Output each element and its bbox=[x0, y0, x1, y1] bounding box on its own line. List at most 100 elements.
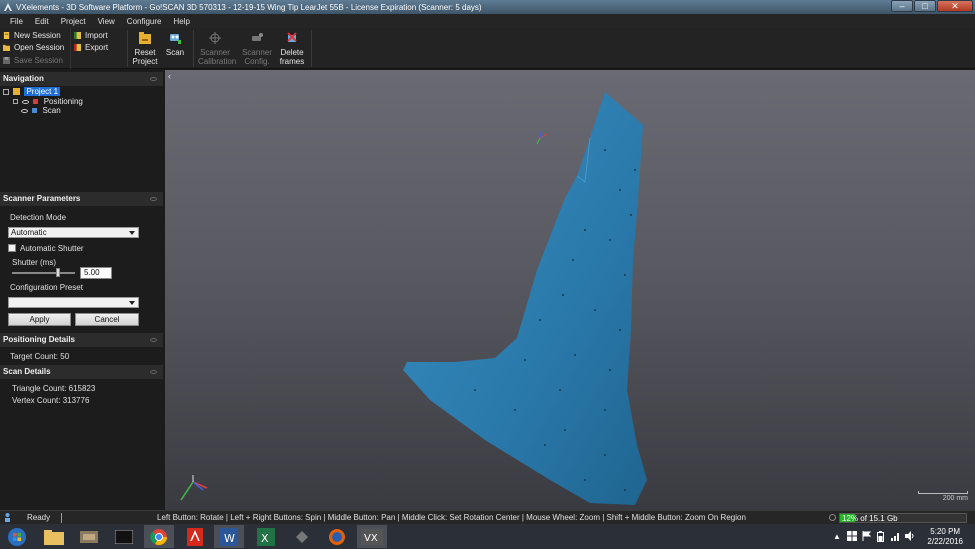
scale-bar: 200 mm bbox=[918, 488, 968, 502]
network-icon[interactable] bbox=[891, 531, 901, 541]
eye-icon[interactable] bbox=[21, 108, 28, 113]
export-label: Export bbox=[85, 42, 109, 52]
scan-details-header[interactable]: Scan Details bbox=[0, 365, 163, 379]
tray-expand-icon[interactable]: ▲ bbox=[833, 532, 841, 541]
scanner-config-button[interactable]: Scanner Config. bbox=[241, 28, 273, 69]
windows-taskbar: W X VX ▲ 5:20 PM 2/22/2016 bbox=[0, 524, 975, 549]
import-button[interactable]: Import bbox=[74, 29, 108, 41]
windows-icon[interactable] bbox=[847, 531, 857, 541]
open-session-button[interactable]: Open Session bbox=[3, 41, 64, 53]
maximize-button[interactable]: □ bbox=[914, 0, 936, 12]
close-button[interactable]: ✕ bbox=[937, 0, 973, 12]
automatic-shutter-checkbox[interactable] bbox=[8, 244, 16, 252]
configuration-preset-select[interactable] bbox=[8, 297, 139, 308]
firefox-icon[interactable] bbox=[322, 525, 352, 548]
svg-text:VX: VX bbox=[364, 533, 378, 544]
collapse-icon[interactable] bbox=[150, 370, 157, 374]
scanner-icon bbox=[170, 34, 181, 44]
save-session-label: Save Session bbox=[14, 55, 63, 65]
shutter-value-input[interactable]: 5.00 bbox=[80, 267, 112, 279]
new-session-label: New Session bbox=[14, 30, 61, 40]
taskbar-clock[interactable]: 5:20 PM 2/22/2016 bbox=[927, 527, 963, 547]
app-icon-2[interactable] bbox=[109, 525, 139, 548]
chrome-icon[interactable] bbox=[144, 525, 174, 548]
tree-scan[interactable]: Scan bbox=[21, 106, 61, 116]
menu-edit[interactable]: Edit bbox=[29, 17, 55, 26]
menu-configure[interactable]: Configure bbox=[121, 17, 168, 26]
app-icon-1[interactable] bbox=[74, 525, 104, 548]
tree-project[interactable]: Project 1 bbox=[3, 87, 61, 97]
volume-icon[interactable] bbox=[905, 531, 915, 541]
vxelements-taskbar-icon[interactable]: VX bbox=[357, 525, 387, 548]
clock-date: 2/22/2016 bbox=[927, 537, 963, 546]
word-icon[interactable]: W bbox=[214, 525, 244, 548]
system-tray: ▲ 5:20 PM 2/22/2016 bbox=[823, 524, 973, 549]
menu-help[interactable]: Help bbox=[167, 17, 195, 26]
file-explorer-icon[interactable] bbox=[39, 525, 69, 548]
scanner-calibration-button[interactable]: Scanner Calibration bbox=[198, 28, 237, 69]
delete-frames-label: Delete frames bbox=[279, 48, 305, 66]
collapse-icon[interactable] bbox=[150, 338, 157, 342]
menu-file[interactable]: File bbox=[4, 17, 29, 26]
detection-mode-select[interactable]: Automatic bbox=[8, 227, 139, 238]
minimize-button[interactable]: – bbox=[891, 0, 913, 12]
navigation-header[interactable]: Navigation bbox=[0, 72, 163, 86]
import-label: Import bbox=[85, 30, 108, 40]
scale-bar-label: 200 mm bbox=[942, 495, 968, 502]
svg-text:X: X bbox=[261, 532, 269, 545]
cancel-button[interactable]: Cancel bbox=[75, 313, 139, 326]
new-session-button[interactable]: New Session bbox=[3, 29, 61, 41]
export-icon bbox=[74, 43, 81, 51]
status-person-icon bbox=[3, 511, 12, 523]
chevron-down-icon bbox=[129, 231, 135, 235]
axis-triad-icon bbox=[180, 475, 208, 501]
status-bar: Ready Left Button: Rotate | Left + Right… bbox=[0, 510, 975, 524]
reset-project-button[interactable]: Reset Project bbox=[129, 28, 161, 69]
scan-mesh-render[interactable] bbox=[165, 70, 975, 510]
left-panel: Navigation Project 1 Positioning Scan Sc… bbox=[0, 70, 163, 510]
shutter-slider-track[interactable] bbox=[12, 272, 75, 274]
expand-icon[interactable] bbox=[3, 88, 9, 95]
automatic-shutter-label: Automatic Shutter bbox=[20, 244, 84, 253]
scan-button[interactable]: Scan bbox=[159, 28, 191, 69]
shutter-slider-thumb[interactable] bbox=[56, 268, 60, 277]
excel-icon[interactable]: X bbox=[251, 525, 281, 548]
acrobat-icon[interactable] bbox=[180, 525, 210, 548]
collapse-icon[interactable] bbox=[150, 197, 157, 201]
configuration-preset-label: Configuration Preset bbox=[10, 283, 83, 292]
folder-icon bbox=[3, 44, 10, 51]
positioning-icon bbox=[33, 99, 39, 105]
wing-tip-mesh[interactable] bbox=[403, 92, 647, 505]
memory-usage-bar: 12% of 15.1 Gb bbox=[839, 513, 967, 523]
target-count: Target Count: 50 bbox=[10, 352, 70, 361]
save-icon bbox=[3, 56, 10, 64]
detection-mode-label: Detection Mode bbox=[10, 213, 67, 222]
scan-label: Scan bbox=[165, 48, 185, 57]
status-state: Ready bbox=[27, 513, 51, 522]
scanner-calibration-label: Scanner Calibration bbox=[198, 48, 237, 66]
clock-time: 5:20 PM bbox=[930, 527, 961, 536]
positioning-details-header[interactable]: Positioning Details bbox=[0, 333, 163, 347]
3d-viewport[interactable]: ‹ 200 mm bbox=[165, 70, 975, 510]
battery-icon[interactable] bbox=[877, 531, 884, 542]
memory-icon bbox=[829, 514, 836, 521]
collapse-icon[interactable] bbox=[150, 77, 157, 81]
flag-icon[interactable] bbox=[862, 531, 871, 541]
app-icon-3[interactable] bbox=[287, 525, 317, 548]
scanner-config-icon bbox=[252, 33, 263, 41]
start-button[interactable] bbox=[2, 525, 32, 548]
export-button[interactable]: Export bbox=[74, 41, 108, 53]
expand-icon[interactable] bbox=[13, 99, 18, 105]
delete-frames-button[interactable]: Delete frames bbox=[276, 28, 308, 69]
save-session-button[interactable]: Save Session bbox=[3, 54, 63, 66]
scanner-parameters-header[interactable]: Scanner Parameters bbox=[0, 192, 163, 206]
toolbar: New Session Open Session Save Session Im… bbox=[0, 28, 975, 69]
title-bar: VXelements - 3D Software Platform - Go!S… bbox=[0, 0, 975, 14]
menu-project[interactable]: Project bbox=[55, 17, 92, 26]
eye-icon[interactable] bbox=[22, 99, 30, 104]
vertex-count: Vertex Count: 313776 bbox=[12, 396, 90, 405]
menu-view[interactable]: View bbox=[92, 17, 121, 26]
navigation-title: Navigation bbox=[3, 74, 44, 83]
apply-button[interactable]: Apply bbox=[8, 313, 71, 326]
chevron-down-icon bbox=[129, 301, 135, 305]
